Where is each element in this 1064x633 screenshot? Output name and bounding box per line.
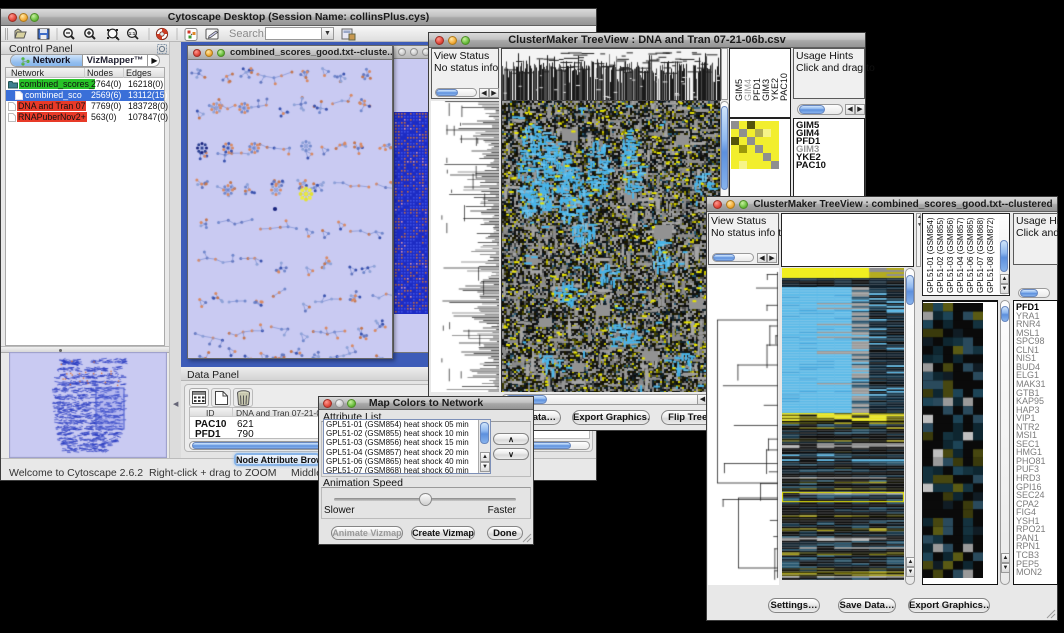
svg-text:1:1: 1:1 bbox=[129, 31, 136, 36]
